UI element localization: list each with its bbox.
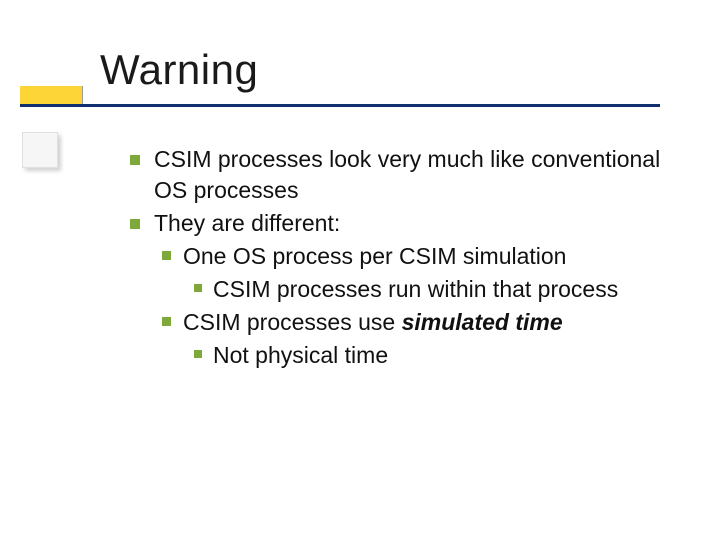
square-bullet-icon bbox=[194, 284, 202, 292]
title-underline bbox=[20, 104, 660, 107]
decorative-box bbox=[22, 132, 58, 168]
list-item: CSIM processes look very much like conve… bbox=[130, 144, 690, 206]
square-bullet-icon bbox=[130, 219, 140, 229]
bullet-text-prefix: CSIM processes use bbox=[183, 309, 402, 335]
bullet-text-emph: simulated time bbox=[402, 309, 563, 335]
square-bullet-icon bbox=[162, 251, 171, 260]
bullet-text: They are different: bbox=[154, 208, 340, 239]
bullet-text: CSIM processes look very much like conve… bbox=[154, 144, 690, 206]
list-item: Not physical time bbox=[194, 340, 690, 371]
list-item: They are different: bbox=[130, 208, 690, 239]
square-bullet-icon bbox=[130, 155, 140, 165]
bullet-text: One OS process per CSIM simulation bbox=[183, 241, 566, 272]
square-bullet-icon bbox=[162, 317, 171, 326]
square-bullet-icon bbox=[194, 350, 202, 358]
accent-bar bbox=[20, 86, 82, 104]
bullet-list: CSIM processes look very much like conve… bbox=[130, 144, 690, 371]
bullet-text: CSIM processes use simulated time bbox=[183, 307, 563, 338]
bullet-text: CSIM processes run within that process bbox=[213, 274, 618, 305]
content-area: CSIM processes look very much like conve… bbox=[130, 144, 690, 373]
list-item: One OS process per CSIM simulation bbox=[162, 241, 690, 272]
slide-title: Warning bbox=[100, 46, 258, 94]
title-block: Warning bbox=[0, 0, 720, 40]
list-item: CSIM processes run within that process bbox=[194, 274, 690, 305]
bullet-text: Not physical time bbox=[213, 340, 388, 371]
slide: Warning CSIM processes look very much li… bbox=[0, 0, 720, 540]
list-item: CSIM processes use simulated time bbox=[162, 307, 690, 338]
